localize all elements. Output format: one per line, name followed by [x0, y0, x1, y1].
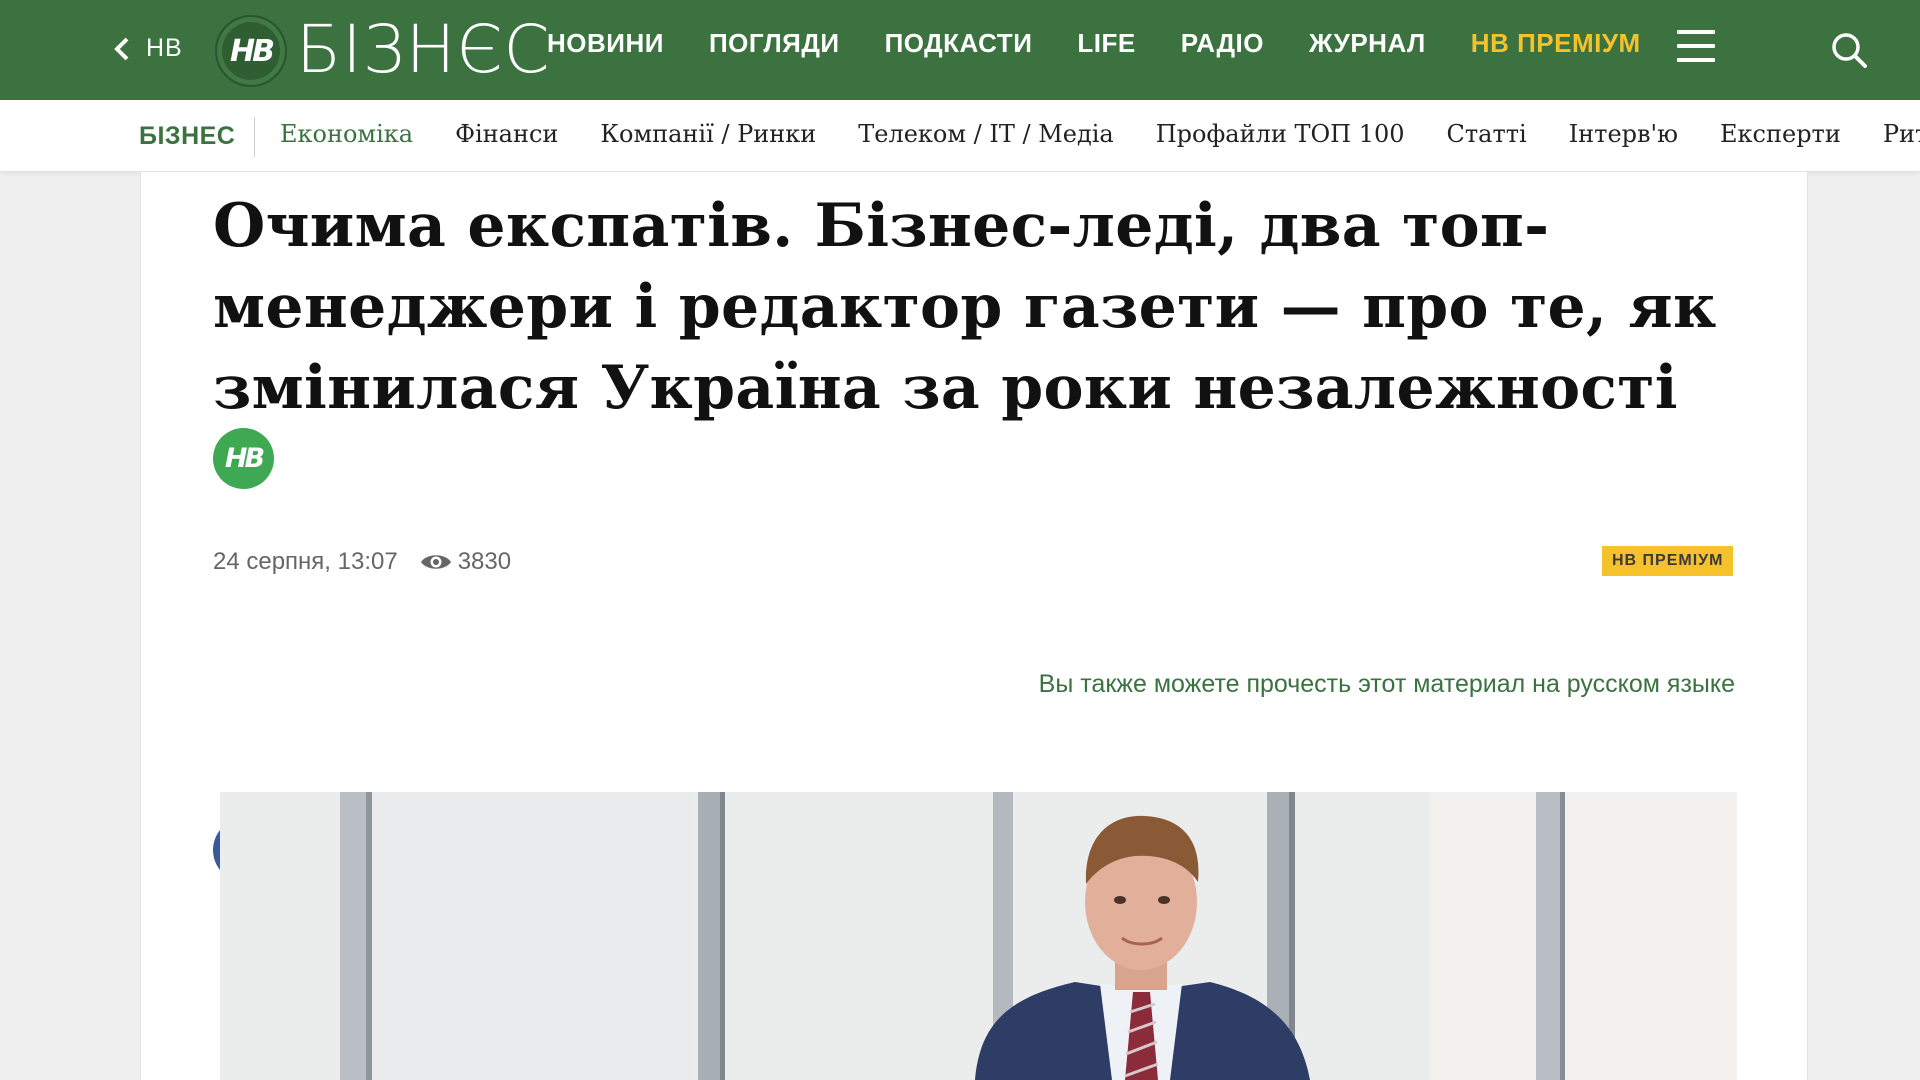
article-card: Очима експатів. Бізнес-леді, два топ-мен… — [140, 172, 1808, 1080]
publish-date: 24 серпня, 13:07 — [213, 548, 398, 575]
section-title[interactable]: БІЗНЕС — [139, 122, 235, 151]
subnav-item-ratings[interactable]: Рите — [1883, 120, 1920, 148]
article-title: Очима експатів. Бізнес-леді, два топ-мен… — [213, 191, 1717, 423]
nav-views[interactable]: ПОГЛЯДИ — [709, 28, 840, 59]
subnav-item-experts[interactable]: Експерти — [1720, 120, 1841, 148]
nv-badge-logo: НВ — [213, 428, 274, 489]
subnav-item-economy[interactable]: Економіка — [280, 120, 413, 148]
site-logo[interactable]: НВ — [215, 15, 287, 87]
article-meta: 24 серпня, 13:07 3830 — [213, 548, 511, 576]
nav-podcasts[interactable]: ПОДКАСТИ — [885, 28, 1033, 59]
back-label: НВ — [146, 34, 183, 62]
section-nav-items: Економіка Фінанси Компанії / Ринки Телек… — [280, 120, 1920, 148]
menu-icon[interactable] — [1677, 30, 1715, 62]
russian-version-link[interactable]: Вы также можете прочесть этот материал н… — [1039, 670, 1735, 699]
badge-mark: НВ — [224, 443, 265, 474]
divider — [254, 117, 255, 157]
subnav-item-profiles[interactable]: Профайли ТОП 100 — [1156, 120, 1405, 148]
logo-wordmark[interactable]: БІЗНЄС — [296, 10, 551, 90]
hero-photo-illustration — [220, 792, 1737, 1080]
nav-life[interactable]: LIFE — [1077, 28, 1135, 59]
nav-magazine[interactable]: ЖУРНАЛ — [1309, 28, 1426, 59]
subnav-item-finance[interactable]: Фінанси — [455, 120, 558, 148]
premium-badge[interactable]: НВ ПРЕМІУМ — [1602, 546, 1734, 576]
nav-news[interactable]: НОВИНИ — [547, 28, 664, 59]
subnav-item-articles[interactable]: Статті — [1447, 120, 1527, 148]
subnav-item-interviews[interactable]: Інтерв'ю — [1569, 120, 1678, 148]
search-icon[interactable] — [1829, 30, 1869, 70]
nav-radio[interactable]: РАДІО — [1181, 28, 1264, 59]
nav-premium[interactable]: НВ ПРЕМІУМ — [1471, 28, 1641, 59]
main-nav: НОВИНИ ПОГЛЯДИ ПОДКАСТИ LIFE РАДІО ЖУРНА… — [547, 28, 1686, 59]
logo-mark: НВ — [230, 33, 275, 69]
subnav-item-telecom[interactable]: Телеком / IT / Медіа — [858, 120, 1114, 148]
eye-icon — [420, 555, 451, 569]
subnav-item-companies[interactable]: Компанії / Ринки — [600, 120, 816, 148]
section-nav: БІЗНЕС Економіка Фінанси Компанії / Ринк… — [0, 100, 1920, 172]
views-count: 3830 — [457, 548, 512, 575]
chevron-left-icon — [114, 37, 129, 60]
top-bar: НВ НВ БІЗНЄС НОВИНИ ПОГЛЯДИ ПОДКАСТИ LIF… — [0, 0, 1920, 100]
back-to-nv-link[interactable]: НВ — [112, 34, 183, 63]
article-hero-photo — [220, 792, 1737, 1080]
